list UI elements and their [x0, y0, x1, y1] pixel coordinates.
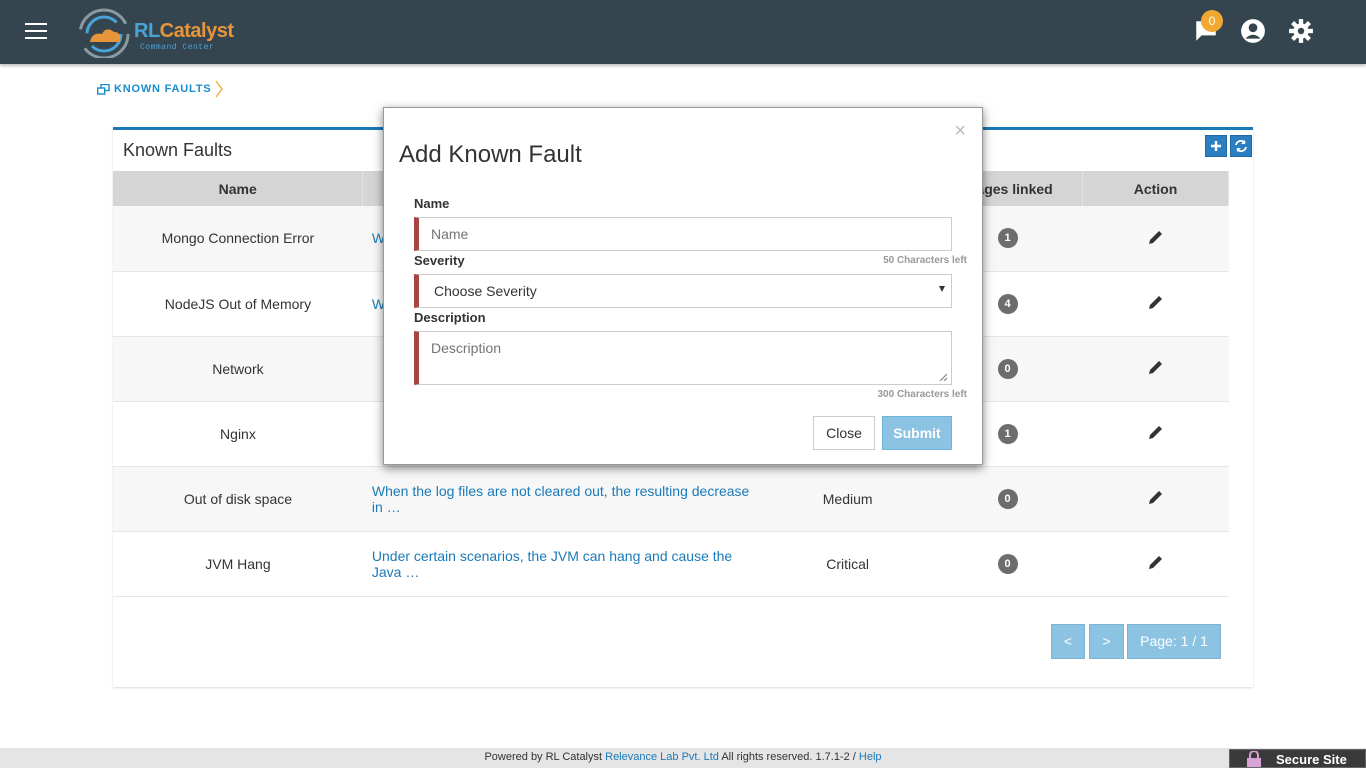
- severity-label: Severity: [414, 253, 465, 268]
- fault-name: Out of disk space: [113, 466, 363, 532]
- name-characters-left: 50 Characters left: [883, 255, 967, 266]
- fault-severity: Critical: [762, 531, 933, 597]
- description-characters-left: 300 Characters left: [877, 389, 968, 400]
- settings-gear-icon[interactable]: [1288, 18, 1314, 44]
- previous-page-button[interactable]: <: [1051, 624, 1085, 659]
- footer-powered-by: Powered by RL Catalyst: [484, 751, 606, 763]
- fault-description-link[interactable]: Under certain scenarios, the JVM can han…: [362, 531, 763, 597]
- chevron-right-icon: [215, 80, 224, 98]
- add-known-fault-modal: × Add Known Fault Name 50 Characters lef…: [383, 107, 983, 465]
- footer: Powered by RL Catalyst Relevance Lab Pvt…: [0, 748, 1366, 768]
- logo-subtitle: Command Center: [140, 43, 215, 52]
- severity-selected-value: Choose Severity: [434, 283, 537, 299]
- stages-count-badge[interactable]: 0: [997, 488, 1018, 509]
- rl-catalyst-logo[interactable]: RLCatalyst Command Center: [78, 6, 234, 58]
- column-header-name[interactable]: Name: [113, 171, 364, 206]
- dropdown-arrow-icon: [939, 286, 945, 292]
- column-header-action: Action: [1082, 171, 1229, 206]
- secure-site-badge[interactable]: Secure Site: [1229, 749, 1366, 768]
- breadcrumb: KNOWN FAULTS: [97, 80, 224, 98]
- windows-icon: [97, 83, 110, 95]
- footer-help-link[interactable]: Help: [859, 751, 882, 763]
- edit-pencil-icon[interactable]: [1147, 488, 1165, 506]
- footer-company-link[interactable]: Relevance Lab Pvt. Ltd: [605, 751, 719, 763]
- fault-severity: Medium: [762, 466, 933, 532]
- edit-pencil-icon[interactable]: [1147, 553, 1165, 571]
- stages-count-badge[interactable]: 0: [997, 553, 1018, 574]
- logo-emblem-icon: [78, 8, 130, 58]
- table-row: Out of disk space When the log files are…: [113, 466, 1229, 532]
- hamburger-menu-icon[interactable]: [25, 23, 47, 41]
- panel-title: Known Faults: [123, 140, 233, 160]
- refresh-icon: [1235, 140, 1247, 152]
- fault-name: NodeJS Out of Memory: [113, 271, 363, 337]
- lock-icon: [1247, 751, 1261, 767]
- modal-close-icon[interactable]: ×: [954, 121, 966, 141]
- secure-site-text: Secure Site: [1276, 752, 1347, 767]
- edit-pencil-icon[interactable]: [1147, 228, 1165, 246]
- plus-icon: [1211, 141, 1221, 151]
- modal-title: Add Known Fault: [399, 141, 582, 168]
- name-label: Name: [414, 196, 450, 211]
- user-account-icon[interactable]: [1240, 18, 1266, 44]
- notification-count-badge: 0: [1201, 10, 1223, 32]
- page-indicator: Page: 1 / 1: [1127, 624, 1221, 659]
- description-label: Description: [414, 310, 486, 325]
- top-navbar: RLCatalyst Command Center 0: [0, 0, 1366, 64]
- breadcrumb-known-faults[interactable]: KNOWN FAULTS: [114, 83, 211, 95]
- severity-select[interactable]: Choose Severity: [414, 274, 952, 308]
- logo-text: RLCatalyst: [134, 20, 234, 42]
- description-textarea[interactable]: [414, 331, 952, 385]
- name-input[interactable]: [414, 217, 952, 251]
- table-row: JVM Hang Under certain scenarios, the JV…: [113, 531, 1229, 597]
- stages-count-badge[interactable]: 4: [997, 293, 1018, 314]
- fault-name: JVM Hang: [113, 531, 363, 597]
- fault-name: Mongo Connection Error: [113, 206, 363, 272]
- fault-description-link[interactable]: When the log files are not cleared out, …: [362, 466, 763, 532]
- footer-rights: All rights reserved. 1.7.1-2 /: [718, 751, 859, 763]
- stages-count-badge[interactable]: 1: [997, 423, 1018, 444]
- fault-name: Nginx: [113, 401, 363, 467]
- next-page-button[interactable]: >: [1089, 624, 1124, 659]
- edit-pencil-icon[interactable]: [1147, 423, 1165, 441]
- edit-pencil-icon[interactable]: [1147, 293, 1165, 311]
- fault-name: Network: [113, 336, 363, 402]
- resize-grip-icon[interactable]: [939, 373, 947, 381]
- submit-button[interactable]: Submit: [882, 416, 952, 450]
- refresh-button[interactable]: [1230, 135, 1252, 157]
- stages-count-badge[interactable]: 0: [997, 358, 1018, 379]
- close-button[interactable]: Close: [813, 416, 875, 450]
- edit-pencil-icon[interactable]: [1147, 358, 1165, 376]
- stages-count-badge[interactable]: 1: [997, 228, 1018, 249]
- add-fault-button[interactable]: [1205, 135, 1227, 157]
